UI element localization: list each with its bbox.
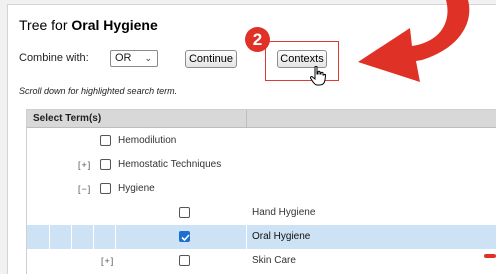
row-checkbox[interactable] xyxy=(179,207,190,218)
title-term: Oral Hygiene xyxy=(71,17,158,33)
row-checkbox[interactable] xyxy=(100,183,111,194)
collapse-toggle[interactable]: [−] xyxy=(78,177,91,201)
row-checkbox[interactable] xyxy=(100,159,111,170)
row-checkbox-checked[interactable] xyxy=(179,231,190,242)
continue-button[interactable]: Continue xyxy=(185,50,237,68)
tree-guide xyxy=(49,225,50,249)
row-checkbox[interactable] xyxy=(179,255,190,266)
table-row: Hand Hygiene xyxy=(27,201,496,225)
term-label[interactable]: Skin Care xyxy=(252,249,296,273)
step-number-badge: 2 xyxy=(245,27,270,52)
table-row: [+] Hemostatic Techniques xyxy=(27,153,496,177)
tree-guide xyxy=(93,225,94,249)
tree-guide xyxy=(71,225,72,249)
title-prefix: Tree for xyxy=(19,17,72,33)
expand-toggle[interactable]: [+] xyxy=(101,249,114,273)
page-title: Tree for Oral Hygiene xyxy=(19,17,158,33)
scroll-hint: Scroll down for highlighted search term. xyxy=(19,86,178,96)
red-arrow-icon xyxy=(358,0,470,82)
checkmark-icon xyxy=(181,234,190,242)
term-label[interactable]: Oral Hygiene xyxy=(252,225,310,249)
table-row: [+] Skin Care xyxy=(27,249,496,273)
arrow-tail-fragment xyxy=(484,254,496,258)
combine-select-value: OR xyxy=(115,52,132,64)
term-label[interactable]: Hygiene xyxy=(118,177,155,201)
term-label[interactable]: Hemodilution xyxy=(118,129,176,153)
table-row: [−] Hygiene xyxy=(27,177,496,201)
combine-select[interactable]: OR ⌄ xyxy=(110,50,158,67)
combine-label: Combine with: xyxy=(19,52,89,64)
table-header: Select Term(s) xyxy=(27,110,496,128)
column-header-select-terms: Select Term(s) xyxy=(27,110,247,128)
row-checkbox[interactable] xyxy=(100,135,111,146)
term-label[interactable]: Hemostatic Techniques xyxy=(118,153,221,177)
tree-guide xyxy=(115,225,116,249)
terms-table: Select Term(s) Hemodilution [+] Hemostat… xyxy=(26,109,496,274)
tree-guide xyxy=(246,225,247,249)
table-row: Hemodilution xyxy=(27,129,496,153)
table-row-selected[interactable]: Oral Hygiene xyxy=(27,225,496,249)
expand-toggle[interactable]: [+] xyxy=(78,153,91,177)
term-label[interactable]: Hand Hygiene xyxy=(252,201,315,225)
hand-cursor-icon xyxy=(310,66,326,86)
chevron-down-icon: ⌄ xyxy=(144,53,152,63)
